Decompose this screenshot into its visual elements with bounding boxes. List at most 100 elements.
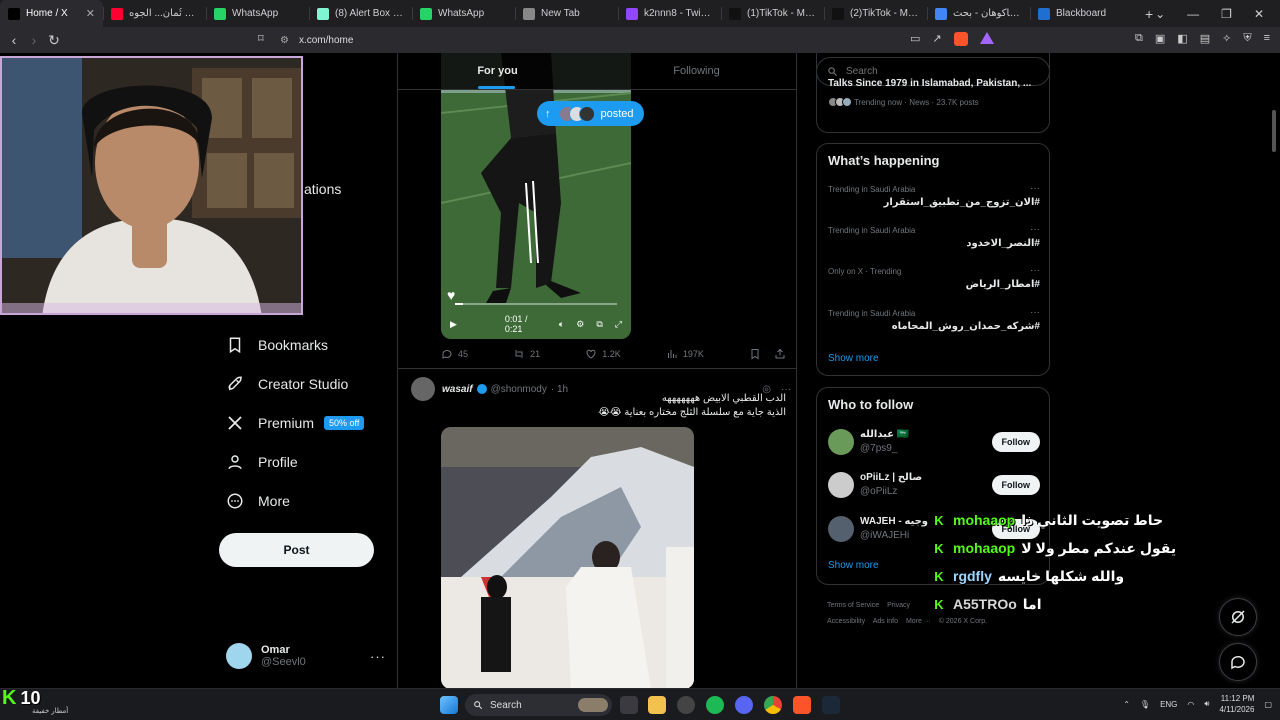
grok-button[interactable] [1219, 598, 1257, 636]
restore-icon[interactable]: ❐ [1221, 7, 1232, 21]
notification-icon[interactable]: ▢ [1264, 700, 1272, 709]
nav-item-profile[interactable]: Profile [226, 453, 298, 471]
cast-icon[interactable]: ▭ [910, 32, 920, 46]
footer-link[interactable]: Privacy [887, 602, 910, 609]
browser-tab[interactable]: WhatsApp [206, 0, 309, 27]
post-button[interactable]: Post [219, 533, 374, 567]
tab-following[interactable]: Following [597, 53, 796, 89]
browser-tab[interactable]: (8) Alert Box / Stre [309, 0, 412, 27]
tweet-video[interactable] [441, 427, 694, 688]
views-button[interactable]: 197K [666, 348, 704, 360]
share-icon[interactable]: ↗ [932, 32, 941, 46]
share-icon[interactable] [774, 348, 786, 360]
new-posts-pill[interactable]: ↑ posted [537, 101, 644, 126]
browser-tab[interactable]: Blackboard [1030, 0, 1133, 27]
footer-link[interactable]: Accessibility [827, 618, 865, 625]
video-progress[interactable] [455, 303, 617, 305]
nav-item-premium[interactable]: Premium 50% off [226, 414, 365, 432]
wallet-icon[interactable]: ▤ [1200, 32, 1210, 45]
back-icon[interactable]: ‹ [4, 32, 24, 48]
nav-item-creator-studio[interactable]: Creator Studio [226, 375, 348, 393]
leo-ai-icon[interactable]: ✧ [1222, 32, 1231, 45]
pip-icon[interactable]: ⧉ [596, 319, 602, 330]
volume-icon[interactable]: 🔊︎ [1204, 699, 1209, 709]
mute-icon[interactable]: 🔈︎ [559, 319, 564, 330]
language-indicator[interactable]: ENG [1160, 700, 1177, 709]
trend-item[interactable]: Trending in Saudi Arabia ··· #النصر_الاخ… [828, 224, 1040, 249]
trend-item[interactable]: Trending in Saudi Arabia ··· #الان_تزوج_… [828, 183, 1040, 208]
play-icon[interactable]: ▶ [450, 319, 457, 330]
like-button[interactable]: 1.2K [585, 348, 621, 360]
more-dots-icon[interactable]: ··· [1030, 265, 1040, 276]
follow-suggestion[interactable]: oPiiLz | صالح @oPiiLz Follow [828, 468, 1040, 502]
file-explorer-icon[interactable] [648, 696, 666, 714]
menu-icon[interactable]: ≡ [1264, 32, 1270, 45]
more-dots-icon[interactable]: ··· [1030, 224, 1040, 235]
avatar[interactable] [411, 377, 435, 401]
steam-icon[interactable] [822, 696, 840, 714]
messages-button[interactable] [1219, 643, 1257, 681]
trend-item[interactable]: Only on X · Trending ··· #امطار_الرياض [828, 265, 1040, 290]
new-tab-button[interactable]: + [1145, 6, 1153, 22]
bookmark-page-icon[interactable]: ⌑ [258, 32, 264, 45]
wifi-icon[interactable]: ◠ [1187, 700, 1194, 709]
close-tab-icon[interactable]: ✕ [86, 7, 95, 20]
reload-icon[interactable]: ↻ [44, 32, 64, 49]
news-title[interactable]: Talks Since 1979 in Islamabad, Pakistan,… [828, 78, 1043, 89]
vpn-icon[interactable]: ⛨ [1243, 32, 1251, 45]
site-settings-icon[interactable]: ⚙ [280, 35, 289, 46]
more-dots-icon[interactable]: ··· [1030, 183, 1040, 194]
news-card[interactable]: Talks Since 1979 in Islamabad, Pakistan,… [816, 53, 1050, 133]
browser-tab[interactable]: (1)TikTok - Make Yo [721, 0, 824, 27]
tweet-video[interactable]: ♥ ▶ 0:01 / 0:21 🔈︎ ⚙ ⧉ ⤢ [441, 53, 631, 339]
windows-start-icon[interactable] [440, 696, 458, 714]
reply-button[interactable]: 45 [441, 348, 468, 360]
clock[interactable]: 11:12 PM 4/11/2026 [1219, 693, 1254, 715]
minimize-icon[interactable]: — [1187, 7, 1199, 21]
task-view-icon[interactable] [620, 696, 638, 714]
fullscreen-icon[interactable]: ⤢ [615, 319, 622, 330]
microphone-icon[interactable]: 🎙︎ [1140, 700, 1150, 709]
scrollbar-thumb[interactable] [1272, 110, 1276, 152]
show-more-link[interactable]: Show more [828, 560, 879, 571]
follow-button[interactable]: Follow [991, 432, 1040, 452]
brave-rewards-icon[interactable] [979, 32, 994, 44]
address-bar[interactable]: ⚙ x.com/home [280, 31, 1000, 49]
show-more-link[interactable]: Show more [828, 353, 879, 364]
more-dots-icon[interactable]: ··· [370, 649, 386, 664]
brave-shields-icon[interactable] [953, 32, 968, 46]
browser-tab[interactable]: باكوهان - بحث Google [927, 0, 1030, 27]
bookmark-icon[interactable] [749, 348, 761, 360]
nav-item-more[interactable]: More [226, 492, 290, 510]
account-switcher[interactable]: Omar @Seevl0 ··· [226, 643, 386, 669]
forward-icon[interactable]: › [24, 32, 44, 48]
extensions-icon[interactable]: ⧉ [1135, 32, 1143, 45]
chrome-icon[interactable] [764, 696, 782, 714]
footer-link[interactable]: Ads info [873, 618, 898, 625]
browser-tab[interactable]: k2nnn8 - Twitch [618, 0, 721, 27]
browser-tab[interactable]: WhatsApp [412, 0, 515, 27]
close-window-icon[interactable]: ✕ [1254, 7, 1264, 21]
sidebar-icon[interactable]: ◧ [1177, 32, 1187, 45]
brave-icon[interactable] [793, 696, 811, 714]
taskbar-search[interactable]: Search [465, 694, 612, 716]
follow-suggestion[interactable]: عبدالله 🇸🇦 @7ps9_ Follow [828, 425, 1040, 459]
obs-icon[interactable] [677, 696, 695, 714]
nav-item-bookmarks[interactable]: Bookmarks [226, 336, 328, 354]
follow-button[interactable]: Follow [991, 475, 1040, 495]
more-dots-icon[interactable]: ··· [1030, 307, 1040, 318]
footer-link[interactable]: Terms of Service [827, 602, 879, 609]
settings-icon[interactable]: ⚙ [576, 319, 584, 330]
browser-tab[interactable]: وصلت ثُمان... الجوه [103, 0, 206, 27]
spotify-icon[interactable] [706, 696, 724, 714]
browser-tab[interactable]: Home / X ✕ [0, 0, 103, 27]
repost-button[interactable]: 21 [513, 348, 540, 360]
tab-for-you[interactable]: For you [398, 53, 597, 89]
footer-link[interactable]: More ··· [906, 618, 931, 625]
browser-tab[interactable]: (2)TikTok - Make Yo [824, 0, 927, 27]
discord-icon[interactable] [735, 696, 753, 714]
chevron-down-icon[interactable]: ⌄ [1155, 7, 1165, 21]
nav-item-notifications-partial[interactable]: ations [304, 181, 341, 197]
tab-search-icon[interactable]: ▣ [1155, 32, 1165, 45]
trend-item[interactable]: Trending in Saudi Arabia ··· #شركه_حمدان… [828, 307, 1040, 332]
